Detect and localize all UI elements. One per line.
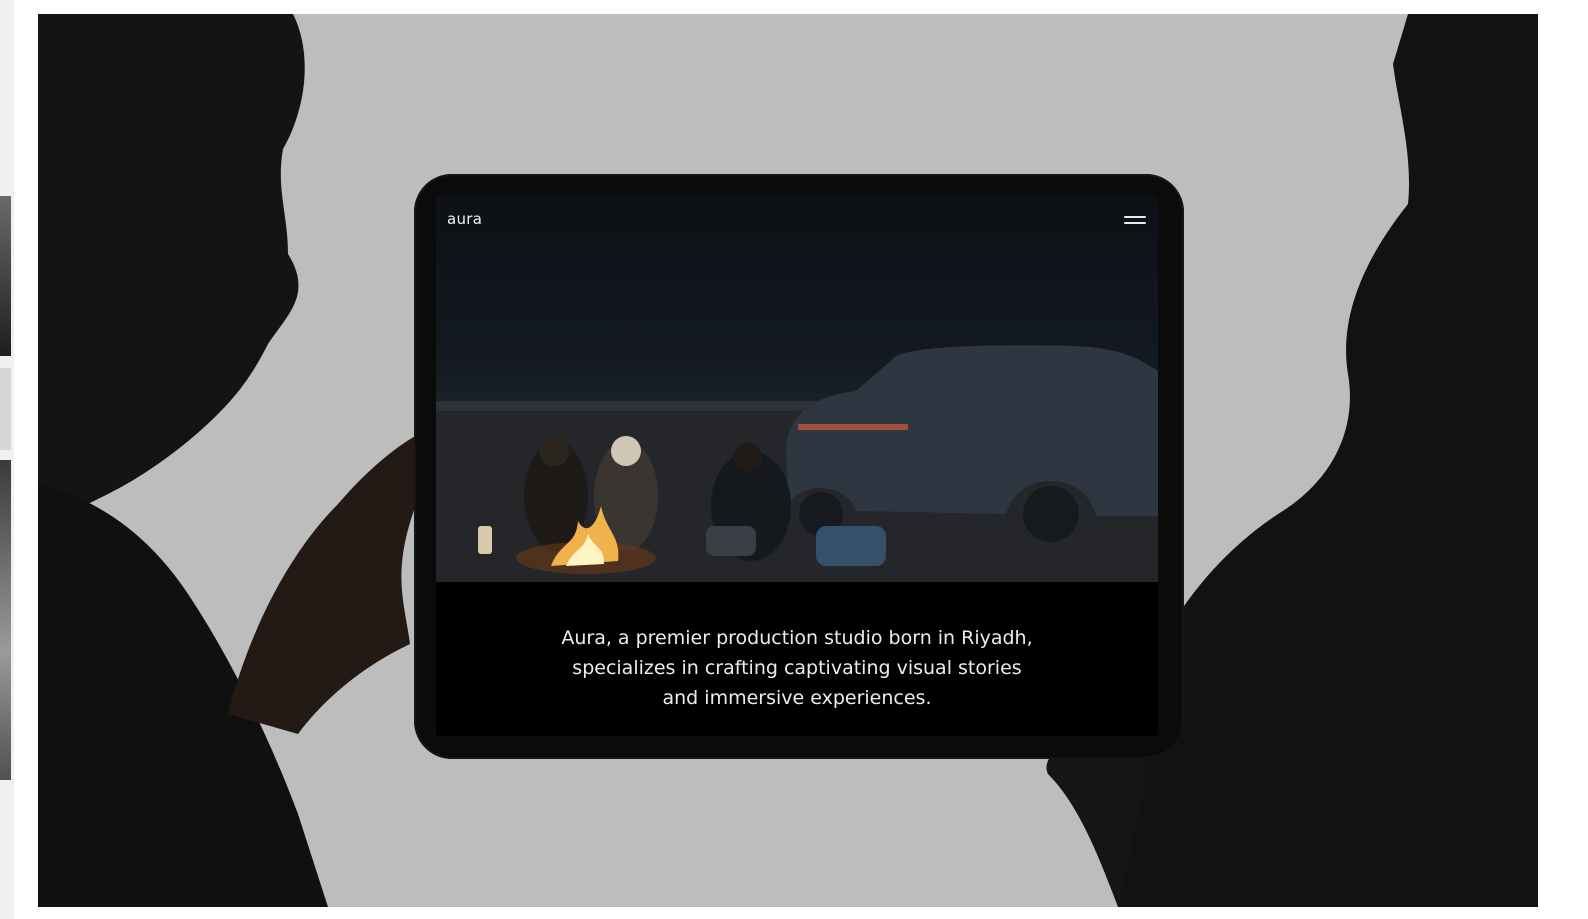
suv-wheel: [1023, 486, 1079, 542]
person-head: [611, 436, 641, 466]
tablet-screen: aura Aura, a premier production studio b…: [436, 196, 1158, 736]
campfire-scene: [436, 345, 1158, 582]
bag: [706, 526, 756, 556]
menu-line: [1124, 216, 1146, 218]
thumbnail-strip: [0, 0, 14, 919]
suv-lights: [798, 424, 908, 430]
thumbnail-image[interactable]: [0, 196, 11, 356]
hero-photo: aura Aura, a premier production studio b…: [38, 14, 1538, 907]
mockup-page: aura Aura, a premier production studio b…: [0, 0, 1588, 919]
hero-video[interactable]: aura: [436, 196, 1158, 582]
person-head: [539, 436, 569, 466]
studio-tagline: Aura, a premier production studio born i…: [496, 623, 1098, 713]
left-person-silhouette: [38, 14, 305, 524]
thumbnail-image[interactable]: [0, 460, 11, 780]
tagline-line-2: specializes in crafting captivating visu…: [572, 657, 1022, 679]
tablet-device: aura Aura, a premier production studio b…: [414, 174, 1184, 759]
tagline-line-1: Aura, a premier production studio born i…: [561, 627, 1033, 649]
bag: [816, 526, 886, 566]
thumbnail-image[interactable]: [0, 368, 11, 450]
left-hand: [228, 426, 445, 734]
site-logo[interactable]: aura: [447, 210, 482, 228]
person-head: [733, 443, 763, 473]
suv-vehicle: [786, 345, 1158, 516]
menu-line: [1124, 222, 1146, 224]
tagline-line-3: and immersive experiences.: [662, 687, 932, 709]
hamburger-menu-icon[interactable]: [1124, 216, 1148, 226]
lantern: [478, 526, 492, 554]
